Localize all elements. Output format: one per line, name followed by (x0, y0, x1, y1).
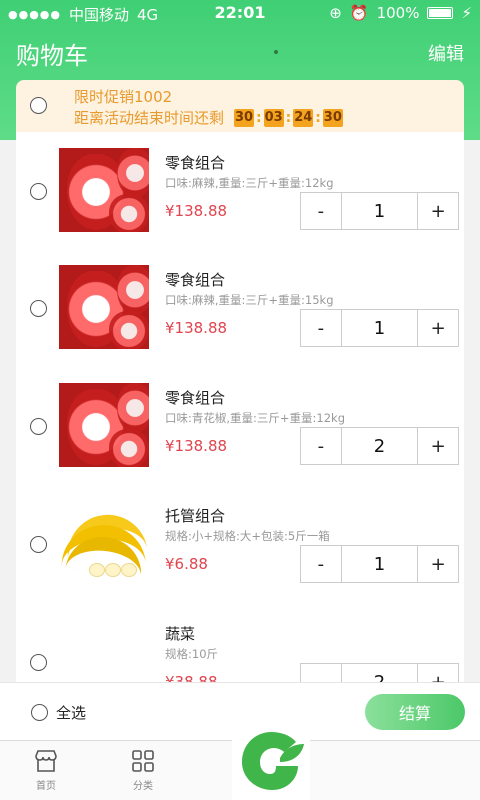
tab-label: 首页 (36, 781, 56, 792)
battery-percent: 100% (376, 4, 420, 22)
promo-banner: 限时促销1002 距离活动结束时间还剩 30: 03: 24: 30 (16, 80, 464, 132)
product-name[interactable]: 零食组合 (165, 387, 225, 408)
item-select-radio[interactable] (30, 418, 47, 435)
cart-item: 零食组合 口味:青花椒,重量:三斤+重量:12kg ¥138.88 - 2 + (16, 367, 464, 484)
product-image[interactable] (59, 148, 149, 232)
decrease-button[interactable]: - (301, 428, 341, 464)
quantity-value[interactable]: 2 (340, 428, 419, 464)
quantity-stepper: - 2 + (300, 663, 459, 682)
quantity-stepper: - 1 + (300, 309, 459, 347)
page-title: 购物车 (16, 42, 88, 70)
product-price: ¥138.88 (165, 437, 228, 455)
countdown-seconds: 30 (322, 108, 343, 127)
select-all-label[interactable]: 全选 (56, 702, 86, 723)
product-spec: 口味:青花椒,重量:三斤+重量:12kg (165, 411, 346, 425)
quantity-stepper: - 1 + (300, 192, 459, 230)
quantity-value[interactable]: 2 (340, 664, 419, 682)
checkout-button[interactable]: 结算 (365, 694, 465, 730)
product-spec: 规格:10斤 (165, 647, 219, 661)
promo-select-radio[interactable] (30, 97, 47, 114)
cart-item: 零食组合 口味:麻辣,重量:三斤+重量:15kg ¥138.88 - 1 + (16, 249, 464, 366)
cart-list: 零食组合 口味:麻辣,重量:三斤+重量:12kg ¥138.88 - 1 + 零… (16, 132, 464, 682)
decor-dot (274, 50, 278, 54)
edit-button[interactable]: 编辑 (428, 40, 464, 66)
cart-item: 零食组合 口味:麻辣,重量:三斤+重量:12kg ¥138.88 - 1 + (16, 132, 464, 249)
cart-item: 蔬菜 规格:10斤 ¥38.88 - 2 + (16, 603, 464, 682)
quantity-stepper: - 1 + (300, 545, 459, 583)
product-price: ¥138.88 (165, 319, 228, 337)
tab-home[interactable]: 首页 (16, 747, 76, 792)
decrease-button[interactable]: - (301, 193, 341, 229)
quantity-stepper: - 2 + (300, 427, 459, 465)
product-spec: 口味:麻辣,重量:三斤+重量:12kg (165, 176, 334, 190)
product-price: ¥138.88 (165, 202, 228, 220)
quantity-value[interactable]: 1 (340, 193, 419, 229)
tab-category[interactable]: 分类 (113, 747, 173, 792)
product-price: ¥6.88 (165, 555, 208, 573)
increase-button[interactable]: + (418, 310, 458, 346)
store-icon (35, 750, 57, 772)
product-name[interactable]: 零食组合 (165, 269, 225, 290)
increase-button[interactable]: + (418, 546, 458, 582)
leaf-logo-icon (242, 732, 304, 790)
lock-rotation-icon: ⊕ (329, 4, 342, 22)
product-spec: 口味:麻辣,重量:三斤+重量:15kg (165, 293, 334, 307)
product-name[interactable]: 零食组合 (165, 152, 225, 173)
select-all-radio[interactable] (31, 704, 48, 721)
charging-icon: ⚡ (461, 4, 472, 22)
product-price: ¥38.88 (165, 673, 218, 682)
countdown-days: 30 (234, 108, 255, 127)
product-name[interactable]: 托管组合 (165, 505, 225, 526)
product-image[interactable] (59, 265, 149, 349)
increase-button[interactable]: + (418, 428, 458, 464)
tab-label: 分类 (133, 781, 153, 792)
grid-icon (132, 750, 154, 772)
decrease-button[interactable]: - (301, 310, 341, 346)
battery-icon (427, 7, 454, 19)
quantity-value[interactable]: 1 (340, 546, 419, 582)
countdown-label: 距离活动结束时间还剩 (74, 109, 225, 127)
item-select-radio[interactable] (30, 183, 47, 200)
product-image[interactable] (59, 383, 149, 467)
promo-countdown: 距离活动结束时间还剩 30: 03: 24: 30 (74, 108, 343, 127)
countdown-minutes: 24 (293, 108, 314, 127)
item-select-radio[interactable] (30, 654, 47, 671)
decrease-button[interactable]: - (301, 664, 341, 683)
product-image[interactable] (59, 501, 149, 585)
increase-button[interactable]: + (418, 664, 458, 683)
brand-logo (232, 722, 310, 800)
cart-item: 托管组合 规格:小+规格:大+包装:5斤一箱 ¥6.88 - 1 + (16, 485, 464, 602)
alarm-icon: ⏰ (349, 4, 369, 22)
status-bar: ●●●●● 中国移动 4G 22:01 ⊕ ⏰ 100% ⚡ (0, 0, 480, 26)
item-select-radio[interactable] (30, 300, 47, 317)
product-name[interactable]: 蔬菜 (165, 623, 195, 644)
item-select-radio[interactable] (30, 536, 47, 553)
increase-button[interactable]: + (418, 193, 458, 229)
decrease-button[interactable]: - (301, 546, 341, 582)
product-spec: 规格:小+规格:大+包装:5斤一箱 (165, 529, 330, 543)
countdown-hours: 03 (263, 108, 284, 127)
promo-title: 限时促销1002 (74, 88, 173, 106)
quantity-value[interactable]: 1 (340, 310, 419, 346)
